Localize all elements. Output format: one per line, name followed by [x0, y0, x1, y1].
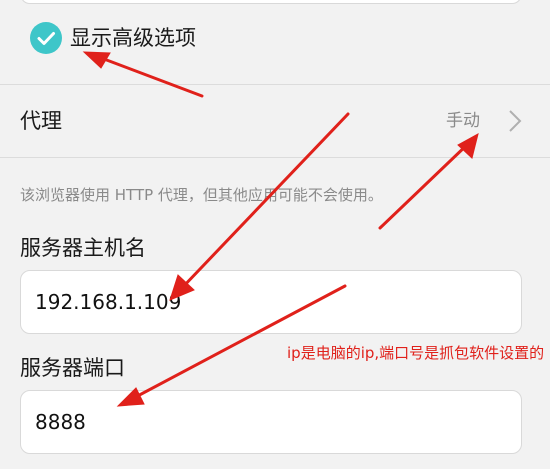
divider: [0, 157, 550, 158]
annotation-text: ip是电脑的ip,端口号是抓包软件设置的: [287, 344, 545, 362]
show-advanced-checkbox[interactable]: [30, 22, 62, 54]
port-label: 服务器端口: [20, 356, 125, 380]
host-input[interactable]: 192.168.1.109: [20, 270, 522, 334]
annotation-arrowhead: [82, 51, 111, 69]
check-icon: [37, 32, 55, 45]
proxy-value: 手动: [446, 111, 480, 131]
port-input[interactable]: 8888: [20, 390, 522, 454]
show-advanced-label: 显示高级选项: [70, 26, 196, 50]
previous-input-field[interactable]: [20, 0, 522, 4]
host-label: 服务器主机名: [20, 236, 146, 260]
chevron-right-icon: [509, 110, 522, 132]
proxy-label: 代理: [20, 109, 62, 133]
proxy-setting-row[interactable]: 代理 手动: [0, 85, 550, 157]
proxy-hint-text: 该浏览器使用 HTTP 代理，但其他应用可能不会使用。: [20, 186, 383, 204]
